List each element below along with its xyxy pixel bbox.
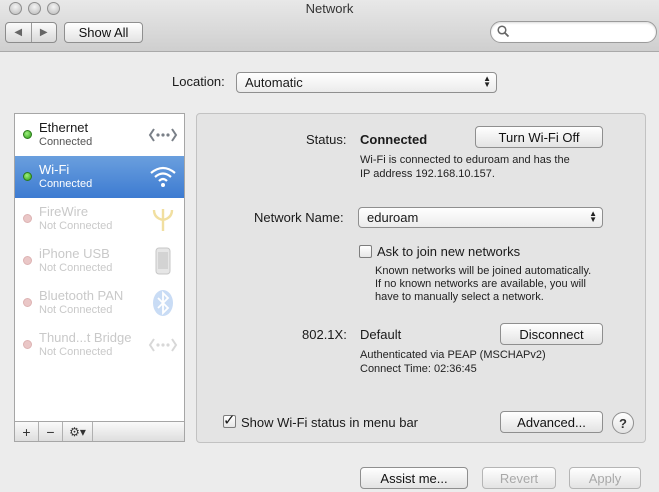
service-item-wifi[interactable]: Wi-Fi Connected <box>15 156 184 198</box>
location-value: Automatic <box>245 75 303 90</box>
status-dot-connected <box>23 130 32 139</box>
service-item-ethernet[interactable]: Ethernet Connected <box>15 114 184 156</box>
turn-wifi-off-button[interactable]: Turn Wi-Fi Off <box>475 126 603 148</box>
service-item-thunderbolt-bridge[interactable]: Thund...t Bridge Not Connected <box>15 324 184 366</box>
help-button[interactable]: ? <box>612 412 634 434</box>
wifi-icon <box>150 166 176 187</box>
back-button[interactable]: ◀ <box>6 23 31 42</box>
service-status: Connected <box>39 136 93 148</box>
advanced-button[interactable]: Advanced... <box>500 411 603 433</box>
status-label: Status: <box>306 132 347 147</box>
checkmark-icon: ✓ <box>223 412 236 429</box>
status-dot-not-connected <box>23 214 32 223</box>
forward-button[interactable]: ▶ <box>30 23 57 42</box>
back-arrow-icon: ◀ <box>14 27 23 38</box>
service-status: Not Connected <box>39 346 113 358</box>
status-description-line2: IP address 192.168.10.157. <box>360 168 495 180</box>
service-name: Wi-Fi <box>39 162 70 177</box>
select-arrows-icon: ▲ ▼ <box>483 74 491 89</box>
ask-to-join-description-line2: If no known networks are available, you … <box>375 278 586 290</box>
disconnect-button[interactable]: Disconnect <box>500 323 603 345</box>
network-name-label: Network Name: <box>254 210 344 225</box>
service-name: Bluetooth PAN <box>39 288 124 303</box>
show-wifi-status-label: Show Wi-Fi status in menu bar <box>241 415 419 430</box>
select-arrows-icon: ▲ ▼ <box>589 209 597 224</box>
search-field[interactable] <box>490 21 657 43</box>
service-status: Connected <box>39 178 93 190</box>
service-item-iphone-usb[interactable]: iPhone USB Not Connected <box>15 240 184 282</box>
search-input[interactable] <box>515 24 651 40</box>
authentication-info: Authenticated via PEAP (MSCHAPv2) <box>360 349 546 361</box>
service-status: Not Connected <box>39 304 113 316</box>
service-item-bluetooth-pan[interactable]: Bluetooth PAN Not Connected <box>15 282 184 324</box>
add-service-button[interactable]: + <box>15 422 39 441</box>
status-dot-not-connected <box>23 256 32 265</box>
network-name-select[interactable]: eduroam ▲ ▼ <box>358 207 603 228</box>
service-name: Ethernet <box>39 120 89 135</box>
location-label: Location: <box>172 74 225 89</box>
service-name: iPhone USB <box>39 246 110 261</box>
iphone-icon <box>155 247 171 275</box>
forward-arrow-icon: ▶ <box>39 27 48 38</box>
title-bar: Network ◀ ▶ Show All <box>0 0 659 52</box>
service-name: Thund...t Bridge <box>39 330 132 345</box>
service-list: Ethernet Connected Wi-Fi Connected FireW… <box>14 113 185 441</box>
status-dot-connected <box>23 172 32 181</box>
ethernet-icon <box>148 128 178 142</box>
service-status: Not Connected <box>39 262 113 274</box>
connect-time: Connect Time: 02:36:45 <box>360 363 477 375</box>
back-forward-control: ◀ ▶ <box>5 22 57 43</box>
apply-button[interactable]: Apply <box>569 467 641 489</box>
ask-to-join-description-line1: Known networks will be joined automatica… <box>375 265 592 277</box>
status-dot-not-connected <box>23 298 32 307</box>
service-item-firewire[interactable]: FireWire Not Connected <box>15 198 184 240</box>
service-name: FireWire <box>39 204 89 219</box>
firewire-icon <box>152 209 174 231</box>
ask-to-join-description-line3: have to manually select a network. <box>375 291 544 303</box>
service-list-controls: + − ⚙▾ <box>14 421 185 442</box>
show-all-button[interactable]: Show All <box>64 22 143 43</box>
show-wifi-status-checkbox[interactable]: ✓ <box>223 412 236 429</box>
status-dot-not-connected <box>23 340 32 349</box>
window-title: Network <box>305 1 354 16</box>
assist-me-button[interactable]: Assist me... <box>360 467 468 489</box>
revert-button[interactable]: Revert <box>482 467 556 489</box>
remove-service-button[interactable]: − <box>39 422 63 441</box>
gear-icon[interactable]: ⚙▾ <box>63 422 93 441</box>
location-select[interactable]: Automatic ▲ ▼ <box>236 72 497 93</box>
ask-to-join-checkbox[interactable] <box>359 245 372 258</box>
network-name-value: eduroam <box>367 210 419 225</box>
thunderbolt-bridge-icon <box>148 338 178 352</box>
search-icon <box>497 25 510 38</box>
status-description-line1: Wi-Fi is connected to eduroam and has th… <box>360 154 570 166</box>
ask-to-join-label: Ask to join new networks <box>377 244 521 259</box>
8021x-label: 802.1X: <box>302 327 347 342</box>
bluetooth-icon <box>153 290 173 316</box>
8021x-value: Default <box>360 327 402 342</box>
service-status: Not Connected <box>39 220 113 232</box>
status-value: Connected <box>360 132 428 147</box>
